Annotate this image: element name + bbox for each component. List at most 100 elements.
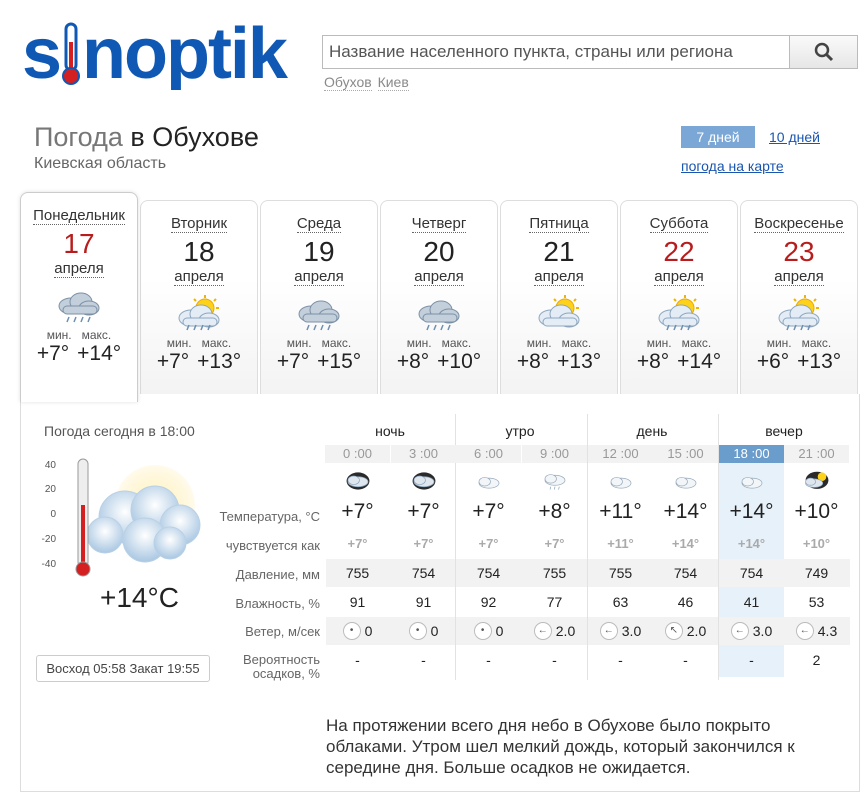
hour-temperature: +7° [407, 500, 440, 523]
day-tab[interactable]: Среда 19 апреля мин. макс. +7° +15° [260, 200, 378, 394]
day-month: апреля [294, 268, 344, 286]
hour-label: 0 :00 [325, 445, 390, 463]
day-name: Вторник [170, 215, 228, 233]
day-weather-icon [771, 294, 827, 332]
hour-humidity: 77 [546, 594, 563, 610]
hour-label: 9 :00 [522, 445, 587, 463]
wind-speed: 3.0 [752, 623, 773, 639]
hour-precipitation: - [552, 652, 557, 668]
light-cloud-icon [610, 477, 631, 489]
svg-text:noptik: noptik [82, 18, 289, 90]
period-morning: утро [505, 423, 535, 439]
row-label-precipitation-line: осадков, % [252, 666, 320, 681]
sun-cloud-rain-icon [178, 295, 220, 331]
svg-text:s: s [22, 18, 60, 90]
cloud-drizzle-icon [544, 474, 565, 490]
max-temp: +13° [557, 350, 602, 373]
tab-10-days[interactable]: 10 дней [769, 129, 820, 145]
thermometer-icon: 40 20 0 -20 -40 [42, 458, 201, 577]
hour-weather-icon-cell [588, 467, 653, 495]
day-tab[interactable]: Понедельник 17 апреля мин. макс. +7° +14° [20, 192, 138, 402]
hour-precipitation: - [618, 652, 623, 668]
hour-weather-icon-cell [325, 467, 390, 495]
hour-weather-icon-cell [653, 467, 718, 495]
day-tab[interactable]: Воскресенье 23 апреля мин. макс. +6° +13° [740, 200, 858, 394]
max-temp: +14° [77, 342, 122, 365]
min-temp: +7° [276, 350, 310, 373]
day-month: апреля [54, 260, 104, 278]
day-tab[interactable]: Четверг 20 апреля мин. макс. +8° +10° [380, 200, 498, 394]
svg-text:0: 0 [50, 509, 56, 520]
hour-feels-like: +14° [737, 536, 766, 551]
wind-speed: 3.0 [621, 623, 642, 639]
svg-text:40: 40 [45, 460, 57, 471]
min-label: мин. [286, 336, 312, 350]
wind-direction-icon: ← [795, 622, 814, 640]
recent-search-link[interactable]: Киев [377, 74, 409, 91]
hour-weather-icon-cell [522, 467, 587, 495]
day-tab[interactable]: Вторник 18 апреля мин. макс. +7° +13° [140, 200, 258, 394]
hour-humidity: 92 [480, 594, 497, 610]
sunrise-time: 05:58 [93, 661, 126, 676]
day-month: апреля [654, 268, 704, 286]
wind-speed: 2.0 [686, 623, 707, 639]
cloud-rain-icon [298, 300, 340, 331]
hour-temperature: +7° [341, 500, 374, 523]
hour-label: 6 :00 [456, 445, 521, 463]
min-temp: +6° [756, 350, 790, 373]
cloud-rain-icon [418, 300, 460, 331]
logo-wordmark: s noptik [22, 18, 291, 90]
day-weather-icon [171, 294, 227, 332]
max-label: макс. [441, 336, 472, 350]
row-label-pressure: Давление, мм [235, 567, 320, 582]
hour-precipitation: - [486, 652, 491, 668]
tab-7-days[interactable]: 7 дней [681, 126, 755, 148]
hour-temperature: +7° [472, 500, 505, 523]
day-date: 20 [423, 236, 455, 267]
hour-pressure: 754 [411, 565, 436, 581]
hour-humidity: 46 [677, 594, 694, 610]
hour-wind: ↖ 2.0 [653, 622, 718, 640]
hour-feels-like: +11° [607, 536, 634, 551]
light-cloud-icon [741, 477, 762, 489]
hour-label: 21 :00 [784, 445, 849, 463]
max-temp: +14° [677, 350, 722, 373]
day-date: 21 [543, 236, 575, 267]
max-label: макс. [81, 328, 112, 342]
wind-speed: 0 [430, 623, 439, 639]
day-tab[interactable]: Пятница 21 апреля мин. макс. +8° +13° [500, 200, 618, 394]
search-button[interactable] [789, 36, 857, 68]
max-label: макс. [681, 336, 712, 350]
current-weather-graphic: 40 20 0 -20 -40 [40, 455, 220, 585]
hour-feels-like: +7° [413, 536, 434, 551]
weather-map-link[interactable]: погода на карте [681, 158, 784, 174]
day-name: Понедельник [33, 207, 125, 225]
wind-direction-icon: • [342, 622, 361, 640]
recent-search-link[interactable]: Обухов [324, 74, 372, 91]
day-tab[interactable]: Суббота 22 апреля мин. макс. +8° +14° [620, 200, 738, 394]
light-cloud-icon [478, 477, 499, 489]
day-month: апреля [774, 268, 824, 286]
hour-feels-like: +14° [671, 536, 700, 551]
hour-humidity: 91 [349, 594, 366, 610]
min-label: мин. [406, 336, 432, 350]
search-icon [814, 42, 833, 62]
row-label-precipitation: Вероятность осадков, % [243, 653, 320, 681]
region-label: Киевская область [34, 155, 167, 172]
day-description: На протяжении всего дня небо в Обухове б… [326, 716, 795, 777]
row-label-feels-like: чувствуется как [225, 538, 320, 553]
min-label: мин. [766, 336, 792, 350]
min-temp: +8° [396, 350, 430, 373]
wind-direction-icon: ← [599, 622, 618, 640]
max-label: макс. [201, 336, 232, 350]
hour-pressure: 755 [345, 565, 370, 581]
night-cloud-icon [346, 472, 369, 490]
day-month: апреля [414, 268, 464, 286]
max-temp: +15° [317, 350, 362, 373]
hour-label: 3 :00 [391, 445, 456, 463]
hour-label: 12 :00 [588, 445, 653, 463]
sinoptik-logo[interactable]: s noptik [22, 18, 302, 90]
day-date: 23 [783, 236, 815, 267]
hour-temperature: +10° [794, 500, 839, 523]
search-input[interactable] [323, 36, 789, 68]
